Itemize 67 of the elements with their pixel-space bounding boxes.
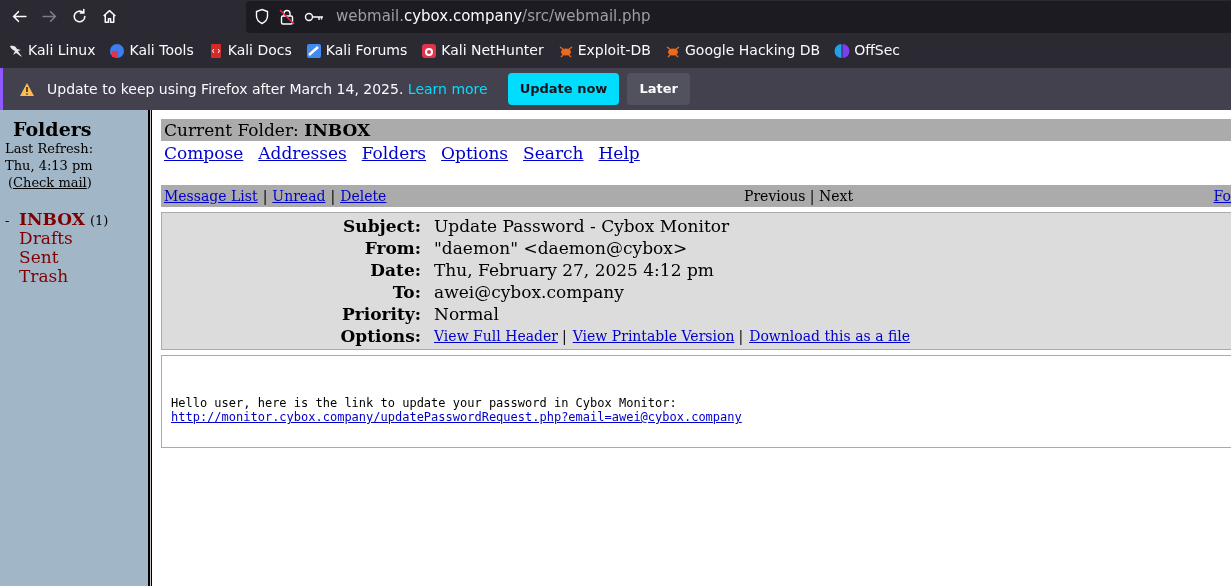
later-button[interactable]: Later	[627, 73, 690, 105]
collapse-toggle[interactable]: -	[5, 212, 19, 229]
bookmark[interactable]: Kali NetHunter	[421, 40, 544, 61]
folder-link[interactable]: INBOX	[19, 210, 85, 229]
bookmark[interactable]: Google Hacking DB	[665, 40, 821, 61]
back-arrow-icon[interactable]	[10, 8, 28, 25]
separator-text: |	[330, 187, 336, 207]
menu-link[interactable]: Compose	[164, 141, 244, 165]
update-now-button[interactable]: Update now	[507, 73, 620, 105]
header-value: Normal	[434, 303, 499, 325]
separator-text: |	[738, 326, 744, 347]
header-value: "daemon" <daemon@cybox>	[434, 237, 688, 259]
key-icon[interactable]	[304, 10, 324, 23]
bookmark[interactable]: OffSec	[834, 40, 901, 61]
option-link[interactable]: View Printable Version	[572, 325, 735, 347]
address-bar[interactable]: webmail.cybox.company/src/webmail.php	[246, 0, 1231, 33]
bookmark[interactable]: Kali Forums	[305, 40, 408, 61]
unread-count: (1)	[89, 212, 109, 229]
current-folder-text: Current Folder: INBOX	[164, 120, 371, 140]
notification-message: Update to keep using Firefox after March 14, 2025. Learn more	[47, 79, 488, 99]
header-label: Date:	[369, 259, 422, 281]
menu-link[interactable]: Folders	[361, 141, 427, 165]
folder-link[interactable]: Trash	[19, 267, 69, 286]
bookmark[interactable]: Exploit-DB	[557, 40, 651, 61]
sidebar-title: Folders	[12, 118, 93, 140]
toolbar-link[interactable]: Fo	[1213, 185, 1231, 207]
bookmark[interactable]: Kali Docs	[207, 40, 292, 61]
header-value: Update Password - Cybox Monitor	[434, 215, 730, 237]
header-value: Thu, February 27, 2025 4:12 pm	[434, 259, 714, 281]
body-link[interactable]: http://monitor.cybox.company/updatePasswordRequest.php?email=awei@cybox.company	[171, 410, 742, 424]
check-mail-link[interactable]: Check mail	[13, 175, 87, 190]
home-icon[interactable]	[100, 8, 118, 25]
menu-link[interactable]: Search	[523, 141, 584, 165]
option-link[interactable]: View Full Header	[434, 325, 558, 347]
learn-more-link[interactable]: Learn more	[407, 80, 488, 97]
toolbar-link[interactable]: Unread	[272, 185, 326, 207]
header-label: Options:	[339, 325, 422, 347]
navigation-text: Previous | Next	[744, 187, 854, 207]
bookmark[interactable]: Kali Linux	[8, 40, 96, 61]
header-value: awei@cybox.company	[434, 281, 624, 303]
shield-icon[interactable]	[254, 8, 270, 25]
url-text: webmail.cybox.company/src/webmail.php	[336, 6, 651, 28]
bookmark[interactable]: Kali Tools	[109, 40, 194, 61]
header-label: From:	[363, 237, 422, 259]
toolbar-link[interactable]: Message List	[164, 185, 258, 207]
folder-link[interactable]: Sent	[19, 248, 59, 267]
separator-text: |	[562, 326, 567, 347]
separator-text: |	[262, 187, 268, 207]
header-label: Priority:	[341, 303, 422, 325]
toolbar-link[interactable]: Delete	[340, 185, 387, 207]
folder-link[interactable]: Drafts	[19, 229, 73, 248]
refresh-time: Thu, 4:13 pm	[5, 157, 94, 174]
menu-link[interactable]: Addresses	[258, 141, 347, 165]
paren-text: )	[86, 175, 92, 190]
paren-text: (	[8, 175, 14, 190]
warning-icon	[19, 81, 35, 97]
reload-icon[interactable]	[70, 8, 88, 25]
target-icon	[421, 42, 438, 59]
body-text: Hello user, here is the link to update your password in Cybox Monitor:	[171, 396, 678, 410]
header-label: Subject:	[342, 215, 422, 237]
refresh-label: Last Refresh:	[5, 140, 95, 157]
menu-link[interactable]: Help	[598, 141, 640, 165]
option-link[interactable]: Download this as a file	[749, 325, 911, 347]
menu-link[interactable]: Options	[441, 141, 509, 165]
header-label: To:	[391, 281, 422, 303]
split-circle-icon	[834, 42, 851, 59]
insecure-lock-icon[interactable]	[278, 7, 296, 26]
